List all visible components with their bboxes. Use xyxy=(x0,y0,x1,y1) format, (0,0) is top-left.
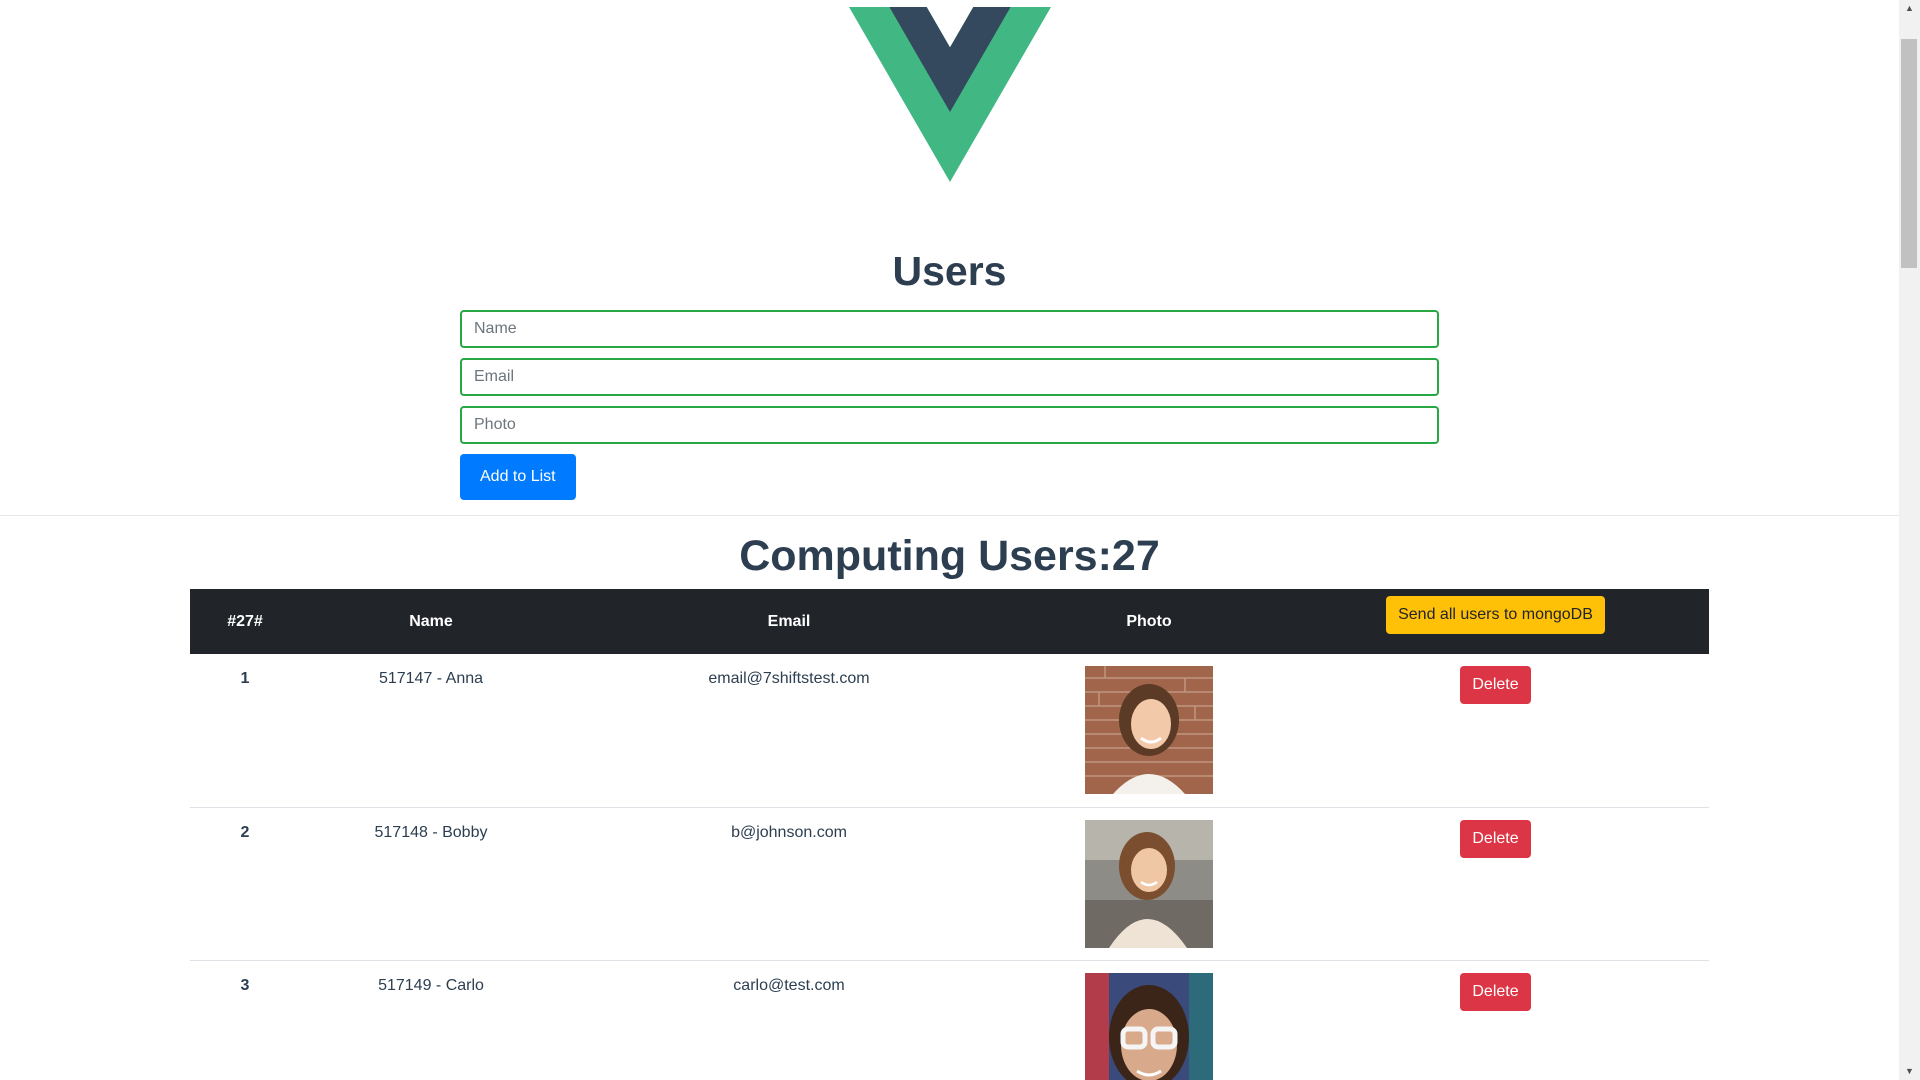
row-number: 1 xyxy=(240,670,250,687)
header-photo: Photo xyxy=(1126,612,1172,630)
row-name: 517147 - Anna xyxy=(378,670,484,687)
row-name: 517149 - Carlo xyxy=(378,976,484,994)
scroll-thumb[interactable] xyxy=(1901,39,1917,268)
row-number: 3 xyxy=(240,976,250,994)
table-row: 1 517147 - Anna email@7shiftstest.com De… xyxy=(190,654,1709,807)
page-title: Users xyxy=(892,248,1007,294)
header-name: Name xyxy=(409,612,453,630)
send-to-mongodb-button[interactable]: Send all users to mongoDB xyxy=(1386,595,1605,634)
vertical-scrollbar[interactable]: ▲ ▼ xyxy=(1899,0,1920,1080)
table-row: 3 517149 - Carlo carlo@test.com Delete xyxy=(190,960,1709,1080)
row-email: carlo@test.com xyxy=(733,976,845,994)
row-photo-cell xyxy=(1016,654,1282,807)
delete-button[interactable]: Delete xyxy=(1460,819,1531,858)
scroll-up-icon[interactable]: ▲ xyxy=(1899,0,1920,17)
row-email: email@7shiftstest.com xyxy=(708,670,870,687)
users-table: #27# Name Email Photo Send all users to … xyxy=(190,589,1709,1080)
divider xyxy=(0,515,1899,516)
row-email: b@johnson.com xyxy=(731,823,847,841)
row-photo-cell xyxy=(1016,960,1282,1080)
row-photo-cell xyxy=(1016,807,1282,960)
header-num: #27# xyxy=(227,612,263,630)
row-name: 517148 - Bobby xyxy=(374,823,488,841)
row-actions: Delete xyxy=(1282,654,1709,807)
user-photo xyxy=(1085,819,1213,948)
table-header-row: #27# Name Email Photo Send all users to … xyxy=(190,589,1709,654)
email-input[interactable] xyxy=(460,358,1439,396)
photo-input[interactable] xyxy=(460,406,1439,444)
add-to-list-button[interactable]: Add to List xyxy=(460,454,576,500)
computing-users-title: Computing Users:27 xyxy=(739,532,1160,580)
add-user-form: Add to List xyxy=(460,310,1439,500)
delete-button[interactable]: Delete xyxy=(1460,666,1531,704)
user-photo xyxy=(1085,972,1213,1080)
page: Users Add to List Computing Users:27 #27… xyxy=(0,0,1899,1080)
name-input[interactable] xyxy=(460,310,1439,348)
vue-logo xyxy=(849,7,1051,182)
header-email: Email xyxy=(767,612,811,630)
header-actions: Send all users to mongoDB xyxy=(1282,589,1709,654)
row-number: 2 xyxy=(240,823,250,841)
row-actions: Delete xyxy=(1282,807,1709,960)
scroll-down-icon[interactable]: ▼ xyxy=(1899,1063,1920,1080)
delete-button[interactable]: Delete xyxy=(1460,972,1531,1011)
row-actions: Delete xyxy=(1282,960,1709,1080)
user-photo xyxy=(1085,666,1213,794)
table-row: 2 517148 - Bobby b@johnson.com Delete xyxy=(190,807,1709,960)
